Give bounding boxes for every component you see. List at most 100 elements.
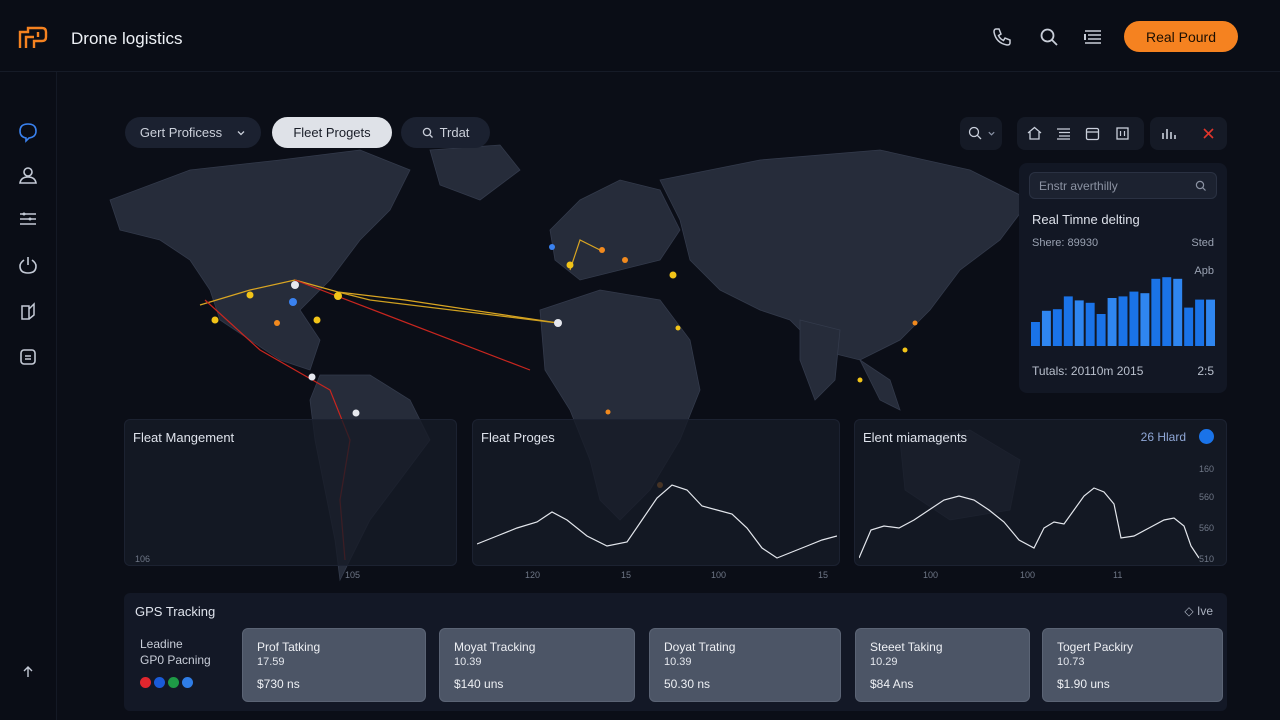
real-pourd-button[interactable]: Real Pourd — [1124, 21, 1238, 52]
tracking-title: Moyat Tracking — [454, 640, 536, 654]
legend-dot-red — [140, 677, 151, 688]
fleet-progress-card[interactable]: Fleat Proges 120 15 100 15 — [472, 419, 840, 580]
app-title: Drone logistics — [71, 29, 183, 48]
bar — [1151, 278, 1161, 346]
tracking-title: Steeet Taking — [870, 640, 943, 654]
tracking-card[interactable]: Togert Packiry 10.73 $1.90 uns — [1042, 628, 1223, 702]
axis-tick: 15 — [621, 570, 632, 580]
chart-tool-group — [1150, 117, 1227, 150]
list-icon[interactable] — [17, 208, 39, 230]
close-icon[interactable] — [1200, 125, 1217, 142]
chat-icon[interactable] — [17, 121, 39, 143]
diamond-icon: ◇ — [1184, 604, 1197, 618]
bar — [1063, 296, 1073, 346]
box-icon[interactable] — [17, 346, 39, 368]
sted-label: Sted — [1191, 237, 1214, 249]
axis-tick: 560 — [1198, 523, 1214, 533]
gps-title: GPS Tracking — [135, 604, 216, 619]
zoom-tool-group — [960, 117, 1002, 150]
bar-chart-icon[interactable] — [1160, 125, 1177, 142]
live-toggle[interactable]: ◇ Ive — [1184, 604, 1213, 618]
tracking-price: $1.90 uns — [1057, 677, 1110, 691]
axis-tick: 560 — [1198, 492, 1214, 502]
tracking-card[interactable]: Prof Tatking 17.59 $730 ns — [242, 628, 426, 702]
card-title: Fleat Mangement — [133, 430, 235, 445]
list-icon[interactable] — [1055, 125, 1072, 142]
count-label: 26 Hlard — [1140, 430, 1186, 444]
home-icon[interactable] — [1026, 125, 1043, 142]
document-icon[interactable] — [17, 300, 39, 322]
bar — [1052, 309, 1062, 346]
tracking-title: Prof Tatking — [257, 640, 321, 654]
filter-gert-proficess[interactable]: Gert Proficess — [125, 117, 261, 148]
tracking-title: Doyat Trating — [664, 640, 736, 654]
bar — [1074, 300, 1084, 346]
line-chart — [859, 487, 1199, 559]
bar — [1173, 278, 1183, 346]
axis-tick: 11 — [1113, 570, 1123, 580]
bar — [1162, 277, 1172, 346]
calendar-icon[interactable] — [1084, 125, 1101, 142]
tracking-value: 10.39 — [664, 656, 692, 668]
arrow-up-icon[interactable] — [20, 664, 36, 680]
filter-trdat[interactable]: Trdat — [401, 117, 490, 148]
gps-tracking-panel: GPS Tracking ◇ Ive Leadine GP0 Pacning P… — [124, 593, 1227, 711]
bar — [1031, 322, 1040, 346]
status-dot[interactable] — [1199, 429, 1214, 444]
bar-chart — [1031, 277, 1215, 346]
tracking-value: 17.59 — [257, 656, 285, 668]
bar — [1184, 307, 1194, 346]
filter-label: Fleet Progets — [293, 125, 371, 140]
tracking-price: $140 uns — [454, 677, 504, 691]
phone-icon[interactable] — [991, 26, 1013, 48]
tracking-card[interactable]: Doyat Trating 10.39 50.30 ns — [649, 628, 841, 702]
tracking-title: Togert Packiry — [1057, 640, 1134, 654]
filter-label: Trdat — [439, 125, 470, 140]
legend-dot-green — [168, 677, 179, 688]
tracking-price: 50.30 ns — [664, 677, 711, 691]
tracking-price: $730 ns — [257, 677, 300, 691]
search-icon[interactable] — [1038, 26, 1060, 48]
totals-label: Tutals: 20110m 2015 — [1032, 364, 1144, 378]
map-tool-group — [1017, 117, 1144, 150]
chevron-down-icon[interactable] — [987, 129, 996, 138]
fleet-management-card[interactable]: Fleat Mangement 106 105 — [124, 419, 457, 580]
bar — [1107, 298, 1117, 346]
bar — [1085, 302, 1095, 346]
bar — [1140, 293, 1150, 346]
bar — [1118, 296, 1128, 346]
tracking-card[interactable]: Steeet Taking 10.29 $84 Ans — [855, 628, 1030, 702]
legend-line-2: GP0 Pacning — [140, 653, 211, 667]
axis-tick: 100 — [711, 570, 727, 580]
bar — [1129, 291, 1139, 346]
drone-logo-icon — [18, 26, 48, 48]
element-management-card[interactable]: Elent miamagents 26 Hlard 160 560 560 51… — [854, 419, 1227, 580]
totals-value: 2:5 — [1197, 364, 1214, 378]
filter-label: Gert Proficess — [139, 125, 223, 140]
search-icon — [422, 127, 433, 138]
legend-line-1: Leadine — [140, 637, 183, 651]
building-icon[interactable] — [1114, 125, 1131, 142]
line-chart — [477, 484, 837, 559]
tracking-price: $84 Ans — [870, 677, 914, 691]
zoom-icon[interactable] — [967, 125, 984, 142]
power-icon[interactable] — [17, 254, 39, 276]
panel-search-input[interactable]: Enstr averthilly — [1029, 172, 1217, 199]
legend-dot-blue — [154, 677, 165, 688]
axis-tick: 100 — [923, 570, 939, 580]
share-label: Shere: 89930 — [1032, 237, 1099, 249]
tracking-card[interactable]: Moyat Tracking 10.39 $140 uns — [439, 628, 635, 702]
axis-tick: 106 — [135, 554, 151, 564]
filter-fleet-progets[interactable]: Fleet Progets — [272, 117, 392, 148]
bar — [1195, 299, 1205, 346]
list-icon[interactable] — [1082, 26, 1104, 48]
axis-tick: 105 — [345, 570, 361, 580]
tracking-value: 10.29 — [870, 656, 898, 668]
tracking-value: 10.39 — [454, 656, 482, 668]
card-title: Fleat Proges — [481, 430, 555, 445]
user-icon[interactable] — [17, 164, 39, 186]
bar — [1206, 299, 1215, 346]
axis-tick: 510 — [1198, 554, 1214, 564]
real-time-panel: Enstr averthilly Real Timne delting Sher… — [1019, 163, 1227, 393]
tracking-value: 10.73 — [1057, 656, 1085, 668]
